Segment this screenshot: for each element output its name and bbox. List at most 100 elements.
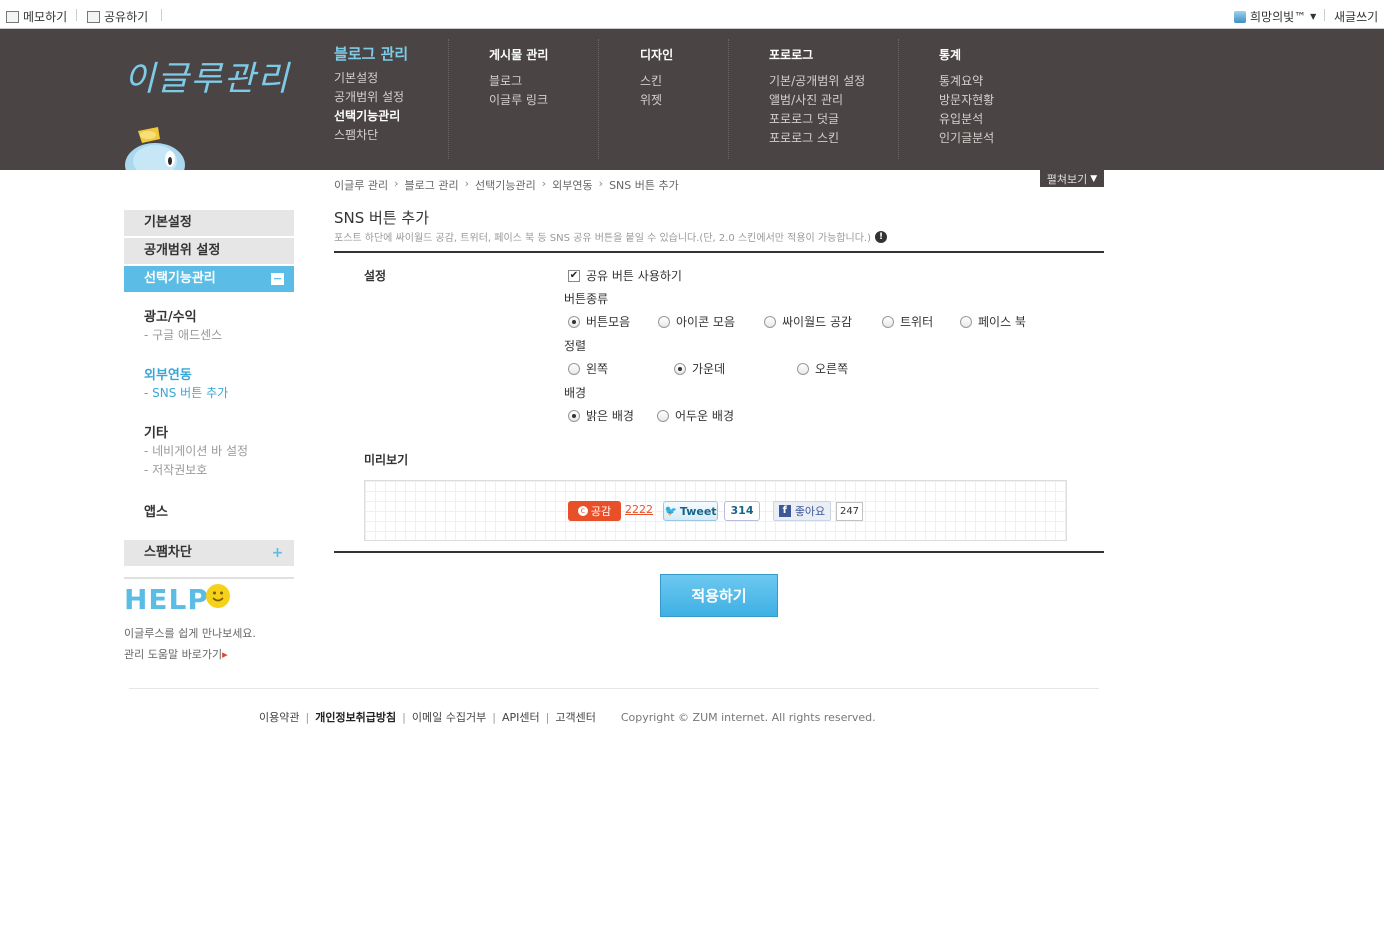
checkbox-checked-icon[interactable]: ✔ — [568, 269, 580, 282]
radio-align-center[interactable]: 가운데 — [674, 360, 725, 377]
sidebar-item-basic-settings[interactable]: 기본설정 — [124, 210, 294, 236]
footer-separator: | — [305, 710, 310, 724]
menu-item-stats-summary[interactable]: 통계요약 — [939, 72, 994, 91]
new-post-link[interactable]: 새글쓰기 — [1334, 8, 1378, 25]
footer-link-email-refuse[interactable]: 이메일 수집거부 — [412, 709, 486, 725]
footer-link-support[interactable]: 고객센터 — [555, 709, 595, 725]
sidebar-sub-google-adsense[interactable]: - 구글 애드센스 — [144, 326, 222, 345]
menu-item-visitor-status[interactable]: 방문자현황 — [939, 91, 994, 110]
footer-separator: | — [402, 710, 406, 724]
menu-item-album-manage[interactable]: 앨범/사진 관리 — [769, 91, 865, 110]
menu-item-spam-block[interactable]: 스팸차단 — [334, 126, 408, 145]
menu-stats: 통계 통계요약 방문자현황 유입분석 인기글분석 — [939, 46, 994, 148]
footer-link-api[interactable]: API센터 — [502, 709, 540, 725]
share-button[interactable]: 공유하기 — [87, 8, 148, 25]
radio-icon[interactable] — [764, 315, 776, 328]
gonggam-count[interactable]: 2222 — [625, 503, 653, 516]
sidebar-item-visibility-settings[interactable]: 공개범위 설정 — [124, 238, 294, 264]
sidebar-sub-sns-button[interactable]: - SNS 버튼 추가 — [144, 384, 228, 403]
radio-icon[interactable] — [658, 315, 670, 328]
radio-type-facebook[interactable]: 페이스 북 — [960, 313, 1026, 330]
chevron-right-icon: › — [541, 177, 547, 190]
align-label: 정렬 — [564, 339, 587, 353]
menu-item-visibility-settings[interactable]: 공개범위 설정 — [334, 88, 408, 107]
divider — [129, 688, 1099, 689]
menu-item-egloos-link[interactable]: 이글루 링크 — [489, 91, 548, 110]
menu-item-popular-posts[interactable]: 인기글분석 — [939, 129, 994, 148]
cyworld-icon: c — [577, 506, 588, 516]
arrow-right-icon: ▸ — [222, 648, 228, 661]
chevron-down-icon: ▼ — [1090, 173, 1098, 184]
radio-align-right[interactable]: 오른쪽 — [797, 360, 848, 377]
user-menu[interactable]: 희망의빛™ ▼ — [1234, 8, 1316, 25]
help-description: 이글루스를 쉽게 만나보세요. — [124, 627, 256, 640]
divider — [161, 9, 162, 21]
info-icon[interactable]: ! — [875, 230, 888, 243]
radio-type-icon-bundle[interactable]: 아이콘 모음 — [658, 313, 735, 330]
button-type-label: 버튼종류 — [564, 292, 609, 306]
radio-icon[interactable] — [960, 315, 972, 328]
menu-title-stats[interactable]: 통계 — [939, 46, 994, 62]
breadcrumb-item[interactable]: 외부연동 — [552, 177, 592, 193]
egloos-logo[interactable]: 이글루관리 — [124, 51, 290, 100]
menu-title-design[interactable]: 디자인 — [640, 46, 673, 62]
menu-divider — [728, 39, 729, 159]
radio-type-twitter[interactable]: 트위터 — [882, 313, 933, 330]
breadcrumb-item[interactable]: 블로그 관리 — [405, 177, 459, 193]
breadcrumb-item[interactable]: 선택기능관리 — [475, 177, 536, 193]
sidebar-sub-copyright[interactable]: - 저작권보호 — [144, 461, 248, 480]
sidebar-group-title[interactable]: 앱스 — [144, 501, 168, 521]
sidebar-sub-navbar-settings[interactable]: - 네비게이션 바 설정 — [144, 442, 248, 461]
sidebar-group-title[interactable]: 외부연동 — [144, 364, 228, 384]
smiley-icon — [206, 584, 230, 608]
expand-label: 펼쳐보기 — [1046, 172, 1088, 186]
radio-type-cyworld[interactable]: 싸이월드 공감 — [764, 313, 852, 330]
footer-link-privacy[interactable]: 개인정보취급방침 — [315, 709, 396, 725]
menu-item-widget[interactable]: 위젯 — [640, 91, 673, 110]
menu-item-blog[interactable]: 블로그 — [489, 72, 548, 91]
menu-title-porolog[interactable]: 포로로그 — [769, 46, 865, 62]
menu-title-blog-manage[interactable]: 블로그 관리 — [334, 43, 408, 63]
share-label: 공유하기 — [104, 10, 149, 24]
menu-item-inflow-analysis[interactable]: 유입분석 — [939, 110, 994, 129]
radio-selected-icon[interactable] — [568, 315, 580, 328]
radio-selected-icon[interactable] — [568, 409, 580, 422]
menu-title-post-manage[interactable]: 게시물 관리 — [489, 46, 548, 62]
menu-item-porolog-skin[interactable]: 포로로그 스킨 — [769, 129, 865, 148]
like-label: 좋아요 — [794, 505, 826, 518]
facebook-like-button[interactable]: f 좋아요 — [773, 501, 831, 521]
sidebar-item-spam-block[interactable]: 스팸차단 + — [124, 540, 294, 566]
use-share-checkbox[interactable]: ✔ 공유 버튼 사용하기 — [568, 267, 682, 284]
menu-item-skin[interactable]: 스킨 — [640, 72, 673, 91]
cyworld-gonggam-button[interactable]: c 공감 — [568, 501, 621, 521]
help-link[interactable]: 관리 도움말 바로가기▸ — [124, 646, 228, 662]
radio-bg-light[interactable]: 밝은 배경 — [568, 407, 634, 424]
expand-menu-button[interactable]: 펼쳐보기 ▼ — [1040, 170, 1104, 187]
menu-item-porolog-comments[interactable]: 포로로그 덧글 — [769, 110, 865, 129]
radio-icon[interactable] — [797, 362, 809, 375]
radio-type-button-bundle[interactable]: 버튼모음 — [568, 313, 630, 330]
memo-button[interactable]: 메모하기 — [6, 8, 67, 25]
radio-bg-dark[interactable]: 어두운 배경 — [657, 407, 734, 424]
breadcrumb: 이글루 관리 › 블로그 관리 › 선택기능관리 › 외부연동 › SNS 버튼… — [334, 177, 679, 193]
breadcrumb-item[interactable]: 이글루 관리 — [334, 177, 388, 193]
tweet-button[interactable]: 🐦 Tweet — [663, 501, 718, 521]
footer-link-terms[interactable]: 이용약관 — [259, 709, 299, 725]
sidebar-item-optional-features[interactable]: 선택기능관리 − — [124, 266, 294, 292]
expand-icon[interactable]: + — [271, 546, 284, 560]
sidebar-group-title[interactable]: 광고/수익 — [144, 306, 222, 326]
collapse-icon[interactable]: − — [271, 273, 284, 285]
apply-button[interactable]: 적용하기 — [660, 574, 778, 617]
radio-icon[interactable] — [657, 409, 669, 422]
sidebar-group-title[interactable]: 기타 — [144, 422, 248, 442]
menu-item-basic-settings[interactable]: 기본설정 — [334, 69, 408, 88]
radio-selected-icon[interactable] — [674, 362, 686, 375]
menu-item-optional-features[interactable]: 선택기능관리 — [334, 107, 408, 126]
radio-icon[interactable] — [568, 362, 580, 375]
share-icon — [87, 10, 100, 23]
radio-align-left[interactable]: 왼쪽 — [568, 360, 608, 377]
help-link-label: 관리 도움말 바로가기 — [124, 648, 223, 661]
radio-label: 페이스 북 — [978, 315, 1026, 329]
radio-icon[interactable] — [882, 315, 894, 328]
menu-item-porolog-settings[interactable]: 기본/공개범위 설정 — [769, 72, 865, 91]
